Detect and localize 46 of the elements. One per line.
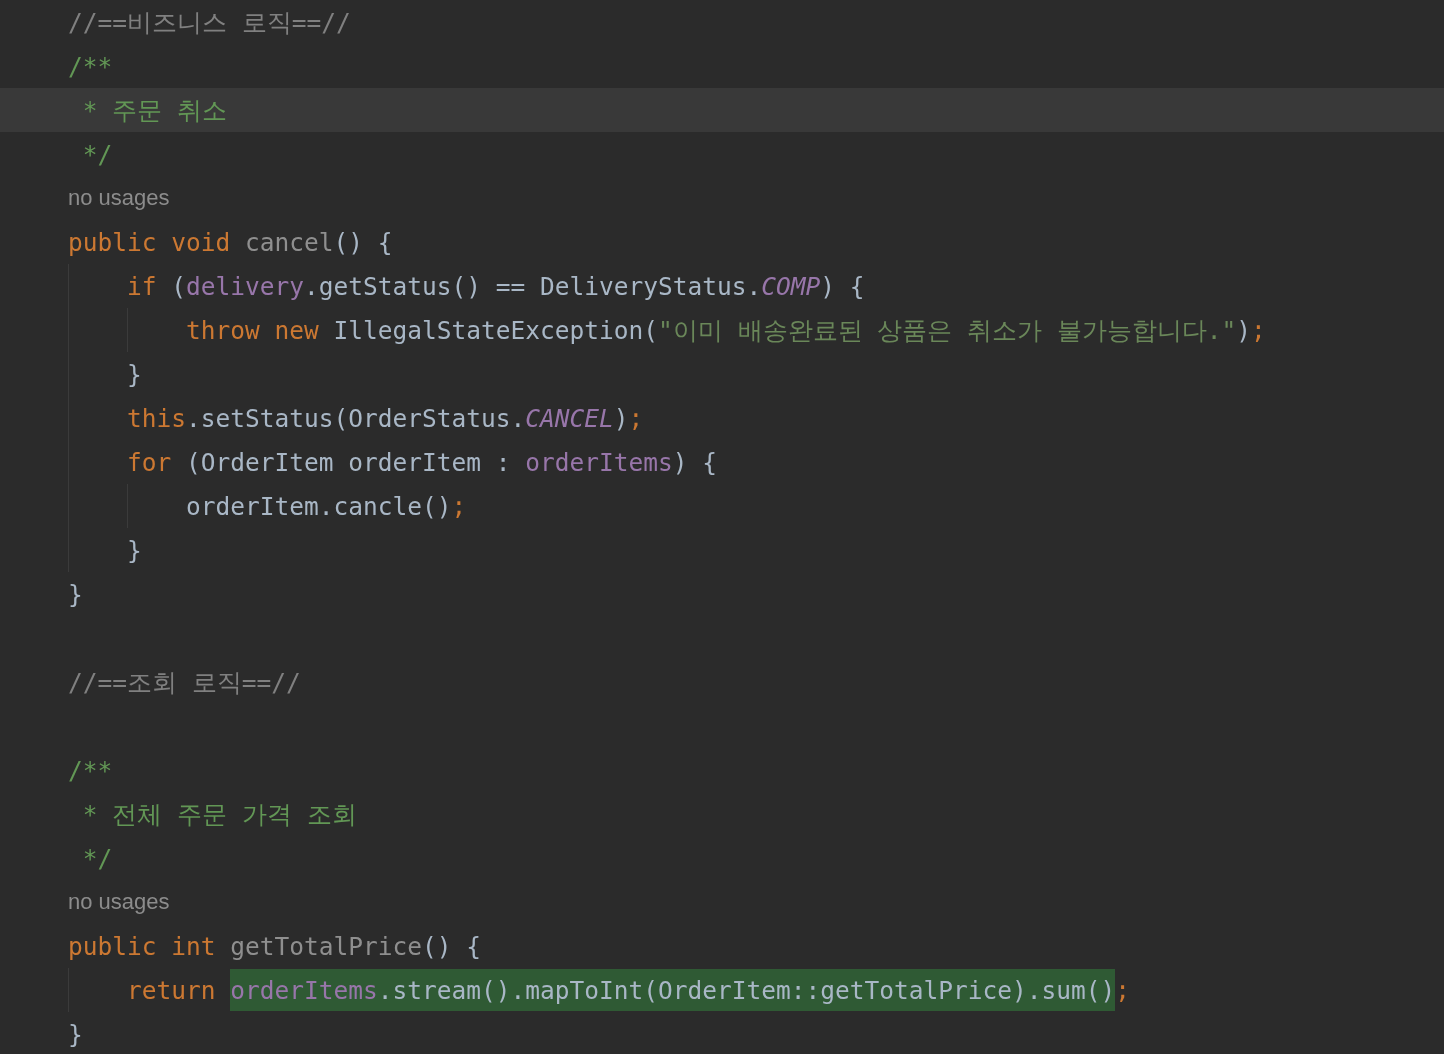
doc-comment: * 주문 취소 — [81, 94, 227, 127]
method-name: cancel — [245, 227, 334, 257]
enum-constant: COMP — [761, 271, 821, 301]
code-keyword: throw new — [186, 315, 320, 345]
doc-comment: */ — [81, 843, 113, 873]
code-text: .setStatus(OrderStatus. — [186, 403, 526, 433]
doc-comment: */ — [81, 139, 113, 169]
code-keyword: return — [127, 975, 217, 1005]
code-text: .stream().mapToInt(OrderItem::getTotalPrice).sum() — [377, 975, 1116, 1005]
string-literal: "이미 배송완료된 상품은 취소가 불가능합니다." — [658, 314, 1237, 347]
code-text: ) — [613, 403, 629, 433]
code-keyword: for — [127, 447, 173, 477]
code-text: (OrderItem orderItem : — [186, 447, 512, 477]
method-name: getTotalPrice — [230, 931, 423, 961]
doc-comment: * 전체 주문 가격 조회 — [81, 798, 357, 831]
code-text: ) { — [672, 447, 718, 477]
code-text: orderItem.cancle() — [186, 491, 452, 521]
field-name: orderItems — [525, 447, 673, 477]
field-name: delivery — [186, 271, 305, 301]
usages-hint: no usages — [68, 185, 170, 211]
code-text: () { — [333, 227, 393, 257]
code-keyword: public int — [68, 931, 217, 961]
code-keyword: if — [127, 271, 158, 301]
field-name: orderItems — [230, 975, 378, 1005]
code-text: () { — [422, 931, 482, 961]
code-keyword: ; — [628, 403, 644, 433]
code-comment: //==비즈니스 로직==// — [68, 6, 351, 39]
code-text: ) — [1236, 315, 1252, 345]
code-text: } — [68, 579, 83, 609]
code-keyword: this — [127, 403, 186, 433]
enum-constant: CANCEL — [525, 403, 614, 433]
code-comment: //==조회 로직==// — [68, 666, 301, 699]
code-text: ) { — [820, 271, 865, 301]
code-text: .getStatus() == DeliveryStatus. — [304, 271, 762, 301]
code-text: ( — [171, 271, 187, 301]
doc-comment: /** — [68, 51, 113, 81]
usages-hint: no usages — [68, 889, 170, 915]
code-keyword: public void — [68, 227, 232, 257]
code-keyword: ; — [1251, 315, 1266, 345]
code-text: IllegalStateException( — [333, 315, 659, 345]
doc-comment: /** — [68, 755, 113, 785]
code-text: } — [68, 1019, 83, 1049]
code-text: } — [127, 359, 142, 389]
code-keyword: ; — [451, 491, 467, 521]
code-keyword: ; — [1115, 975, 1131, 1005]
code-text: } — [127, 535, 142, 565]
